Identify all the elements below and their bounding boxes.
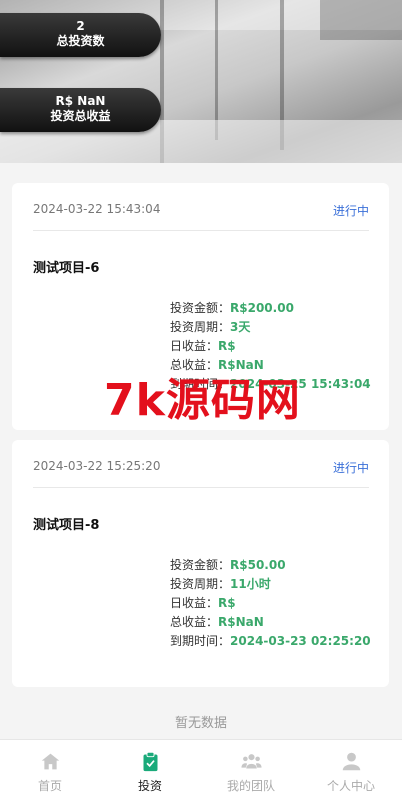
amount-label: 投资金额： (170, 558, 231, 572)
total-income-row: 总收益：R$NaN (170, 356, 371, 375)
clipboard-check-icon (143, 751, 158, 772)
total-income-label: 投资总收益 (50, 109, 111, 123)
investment-details: 投资金额：R$50.00 投资周期：11小时 日收益：R$ 总收益：R$NaN … (170, 556, 371, 651)
amount-row: 投资金额：R$200.00 (170, 299, 371, 318)
daily-income-row: 日收益：R$ (170, 594, 371, 613)
total-income-value: R$ NaN (55, 94, 106, 108)
period-value: 3天 (230, 320, 251, 334)
total-investments-label: 总投资数 (56, 34, 105, 48)
expire-label: 到期时间： (170, 634, 231, 648)
investment-date: 2024-03-22 15:25:20 (33, 459, 161, 473)
project-title: 测试项目-6 (33, 261, 100, 276)
total-income-value: R$NaN (218, 358, 264, 372)
tab-invest[interactable]: 投资 (100, 740, 200, 804)
total-income-label: 总收益： (170, 358, 219, 372)
home-icon (41, 753, 60, 770)
period-row: 投资周期：3天 (170, 318, 371, 337)
amount-label: 投资金额： (170, 301, 231, 315)
status-badge[interactable]: 进行中 (333, 202, 369, 219)
project-title: 测试项目-8 (33, 518, 100, 533)
watermark: 7k源码网 (104, 375, 301, 426)
daily-income-value: R$ (218, 596, 236, 610)
empty-state-text: 暂无数据 (174, 716, 227, 731)
daily-income-label: 日收益： (170, 339, 219, 353)
team-icon (241, 754, 262, 769)
amount-value: R$50.00 (230, 558, 286, 572)
tab-label: 首页 (37, 779, 62, 793)
daily-income-label: 日收益： (170, 596, 219, 610)
period-label: 投资周期： (170, 320, 231, 334)
tab-label: 个人中心 (326, 779, 375, 793)
tab-home[interactable]: 首页 (0, 740, 100, 804)
user-icon (342, 752, 361, 771)
card-divider (33, 230, 369, 231)
investment-date: 2024-03-22 15:43:04 (33, 202, 161, 216)
period-value: 11小时 (230, 577, 271, 591)
investment-card[interactable]: 2024-03-22 15:25:20 进行中 测试项目-8 投资金额：R$50… (12, 440, 389, 687)
hero-pillar (215, 0, 218, 140)
tab-profile[interactable]: 个人中心 (301, 740, 401, 804)
hero-machine (320, 0, 402, 40)
total-investments-value: 2 (76, 19, 85, 33)
amount-value: R$200.00 (230, 301, 294, 315)
expire-value: 2024-03-23 02:25:20 (230, 634, 371, 648)
total-income-value: R$NaN (218, 615, 264, 629)
tab-team[interactable]: 我的团队 (201, 740, 301, 804)
tab-label: 投资 (137, 779, 162, 793)
daily-income-value: R$ (218, 339, 236, 353)
status-badge[interactable]: 进行中 (333, 459, 369, 476)
total-income-row: 总收益：R$NaN (170, 613, 371, 632)
hero-banner: 2 总投资数 R$ NaN 投资总收益 (0, 0, 402, 163)
total-investments-pill: 2 总投资数 (0, 13, 161, 57)
tab-label: 我的团队 (226, 779, 275, 793)
period-row: 投资周期：11小时 (170, 575, 371, 594)
total-income-label: 总收益： (170, 615, 219, 629)
total-income-pill: R$ NaN 投资总收益 (0, 88, 161, 132)
amount-row: 投资金额：R$50.00 (170, 556, 371, 575)
card-divider (33, 487, 369, 488)
expire-row: 到期时间：2024-03-23 02:25:20 (170, 632, 371, 651)
period-label: 投资周期： (170, 577, 231, 591)
daily-income-row: 日收益：R$ (170, 337, 371, 356)
bottom-tab-bar: 首页 投资 我的团队 个人中心 (0, 739, 402, 804)
